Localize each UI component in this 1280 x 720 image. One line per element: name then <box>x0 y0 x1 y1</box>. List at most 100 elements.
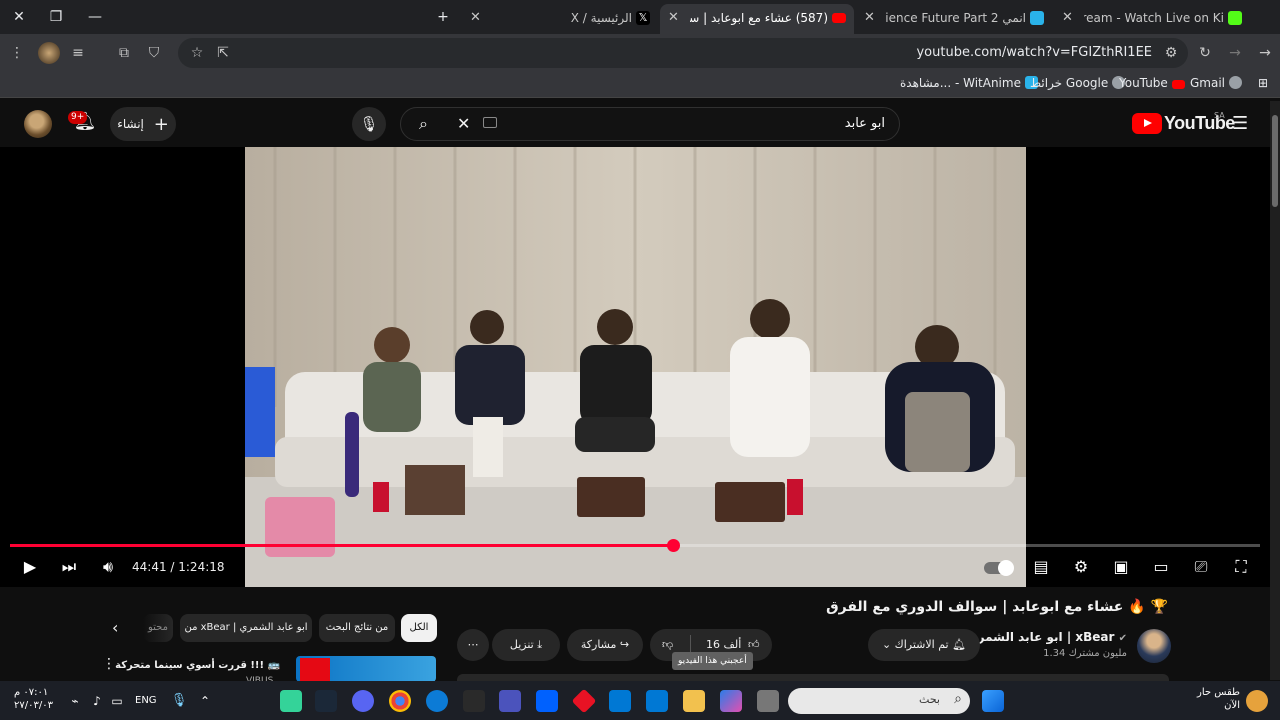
window-minimize-button[interactable]: — <box>83 6 107 28</box>
bookmark-youtube[interactable]: YouTube <box>1119 76 1185 90</box>
recommendation-thumbnail[interactable] <box>296 656 436 682</box>
settings-gear-icon[interactable]: ⚙ <box>1069 555 1093 579</box>
chips-scroll-left-icon[interactable]: ‹ <box>112 618 118 637</box>
tab-anime[interactable]: ✕ انمي One: Science Future Part 2 <box>856 4 1052 32</box>
chip-all[interactable]: الكل <box>401 614 437 642</box>
channel-avatar[interactable] <box>1137 629 1171 663</box>
subscribed-label: تم الاشتراك <box>894 638 949 651</box>
chip-from-search[interactable]: من نتائج البحث <box>319 614 395 642</box>
edge-icon[interactable] <box>426 690 448 712</box>
page-scrollbar[interactable] <box>1270 101 1280 680</box>
profile-avatar[interactable] <box>38 42 60 64</box>
progress-bar[interactable] <box>10 539 1260 552</box>
download-button[interactable]: تنزيل ⤓ <box>492 629 560 661</box>
cast-icon[interactable]: ⎚ <box>1189 555 1213 579</box>
menu-dots-icon[interactable]: ⋮ <box>6 42 28 64</box>
tab-close-icon[interactable]: ✕ <box>1062 4 1073 32</box>
bookmark-witanime[interactable]: مشاهدة... - WitAnime <box>900 76 1038 90</box>
tray-clock[interactable]: ٠٧:٠١ م ٢٧/٠٣/٠٣ <box>14 686 53 712</box>
share-button[interactable]: مشاركة ↪ <box>567 629 643 661</box>
next-button[interactable]: ⏭ <box>57 555 81 579</box>
app-icon-red-diamond[interactable] <box>571 688 597 714</box>
more-actions-button[interactable]: ⋯ <box>457 629 489 661</box>
windows-start-icon[interactable] <box>982 690 1004 712</box>
extensions-icon[interactable]: ⧉ <box>113 42 135 64</box>
speaker-icon[interactable]: ♪ <box>86 690 108 712</box>
miniplayer-icon[interactable]: ▣ <box>1109 555 1133 579</box>
fullscreen-icon[interactable]: ⛶ <box>1229 555 1253 579</box>
subscribed-button[interactable]: ⌄ تم الاشتراك 🔔︎ <box>868 629 980 661</box>
chrome-icon[interactable] <box>389 690 411 712</box>
play-button[interactable]: ▶ <box>18 555 42 579</box>
recommendation-title[interactable]: قررت أسوي سينما متحركة !!! 🚌 <box>115 660 280 671</box>
progress-scrubber-handle[interactable] <box>666 539 680 552</box>
search-query: ابو عابد <box>844 116 885 131</box>
volume-icon[interactable]: 🔊︎ <box>96 555 120 579</box>
reload-icon[interactable]: ↻ <box>1194 42 1216 64</box>
apps-grid-icon[interactable]: ⊞ <box>1258 76 1268 90</box>
chip-from-channel[interactable]: من xBear | ابو عابد الشمري <box>180 614 312 642</box>
address-bar[interactable]: ☆ ⇱ youtube.com/watch?v=FGIZthRI1EE ⚙ <box>178 38 1188 68</box>
new-tab-button[interactable]: + <box>431 6 455 28</box>
keyboard-icon[interactable] <box>483 117 497 128</box>
channel-name[interactable]: ابو عابد الشمري | xBear ✔ <box>967 630 1127 644</box>
clear-search-icon[interactable]: ✕ <box>457 114 470 133</box>
star-bookmark-icon[interactable]: ☆ <box>186 42 208 64</box>
tab-kick[interactable]: ✕ Nxv7 Stream - Watch Live on Ki <box>1054 4 1250 32</box>
tray-overflow-chevron-icon[interactable]: ⌃ <box>194 690 216 712</box>
voice-search-icon[interactable]: 🎙︎ <box>352 107 386 141</box>
outlook-icon[interactable] <box>609 690 631 712</box>
shield-icon[interactable]: ⛉ <box>143 42 165 64</box>
discord-icon[interactable] <box>352 690 374 712</box>
create-button[interactable]: إنشاء + <box>110 107 176 141</box>
tab-close-icon[interactable]: ✕ <box>864 4 875 32</box>
network-icon[interactable]: ▭ <box>106 690 128 712</box>
store-icon[interactable] <box>646 690 668 712</box>
youtube-play-logo-icon <box>1132 113 1162 134</box>
weather-icon[interactable] <box>1246 690 1268 712</box>
account-avatar[interactable] <box>24 110 52 138</box>
copilot-icon[interactable] <box>720 690 742 712</box>
window-close-button[interactable]: ✕ <box>7 6 31 28</box>
forward-icon[interactable]: → <box>1224 42 1246 64</box>
recommendation-menu-icon[interactable]: ⋮ <box>102 656 116 672</box>
taskbar-search-input[interactable]: ⌕ بحث <box>788 688 970 714</box>
language-indicator[interactable]: ENG <box>135 695 157 706</box>
subtitles-icon[interactable]: ▤ <box>1029 555 1053 579</box>
tab-close-icon[interactable]: ✕ <box>668 4 679 32</box>
search-input[interactable]: ⌕ ✕ ابو عابد <box>400 107 900 141</box>
autoplay-toggle[interactable] <box>982 555 1014 579</box>
url-text[interactable]: youtube.com/watch?v=FGIZthRI1EE <box>916 45 1152 60</box>
chip-truncated[interactable]: محتو <box>143 614 173 642</box>
video-player[interactable]: ▶ ⏭ 🔊︎ 44:41 / 1:24:18 ▤ ⚙ ▣ ▭ ⎚ ⛶ <box>0 147 1270 587</box>
site-settings-icon[interactable]: ⚙ <box>1160 42 1182 64</box>
install-app-icon[interactable]: ⇱ <box>212 42 234 64</box>
scrollbar-thumb[interactable] <box>1272 115 1278 207</box>
tab-close-icon[interactable]: ✕ <box>470 4 481 32</box>
epic-games-icon[interactable] <box>463 690 485 712</box>
weather-widget[interactable]: طقس حار الآن <box>1197 686 1240 712</box>
file-explorer-icon[interactable] <box>683 690 705 712</box>
battery-plug-icon[interactable]: ⌁ <box>64 690 86 712</box>
task-view-icon[interactable] <box>757 690 779 712</box>
guide-menu-icon[interactable]: ☰ <box>1232 113 1248 134</box>
steam-icon[interactable] <box>315 690 337 712</box>
tab-youtube-active[interactable]: ✕ (587) عشاء مع ابوعابد | سوالف ال <box>660 4 854 34</box>
bookmark-google-maps[interactable]: خرائط Google <box>1030 76 1126 90</box>
back-icon[interactable]: → <box>1254 42 1276 64</box>
theater-mode-icon[interactable]: ▭ <box>1149 555 1173 579</box>
teams-icon[interactable] <box>499 690 521 712</box>
window-restore-button[interactable]: ❐ <box>44 6 68 28</box>
video-frame[interactable] <box>245 147 1026 587</box>
clock-date: ٢٧/٠٣/٠٣ <box>14 700 53 711</box>
search-icon[interactable]: ⌕ <box>419 114 428 134</box>
youtube-header: 🔔︎ 9+ إنشاء + 🎙︎ ⌕ ✕ ابو عابد YouTube SA… <box>0 101 1270 147</box>
youtube-favicon-icon <box>832 13 846 23</box>
app-icon-green[interactable] <box>280 690 302 712</box>
clock-time: ٠٧:٠١ م <box>14 687 49 698</box>
microphone-icon[interactable]: 🎙︎ <box>168 690 190 712</box>
tab-x-home[interactable]: ✕ الرئيسية / X 𝕏 <box>462 4 658 32</box>
dropbox-icon[interactable] <box>536 690 558 712</box>
reading-list-icon[interactable]: ≡ <box>67 42 89 64</box>
bookmark-gmail[interactable]: Gmail <box>1190 76 1243 90</box>
